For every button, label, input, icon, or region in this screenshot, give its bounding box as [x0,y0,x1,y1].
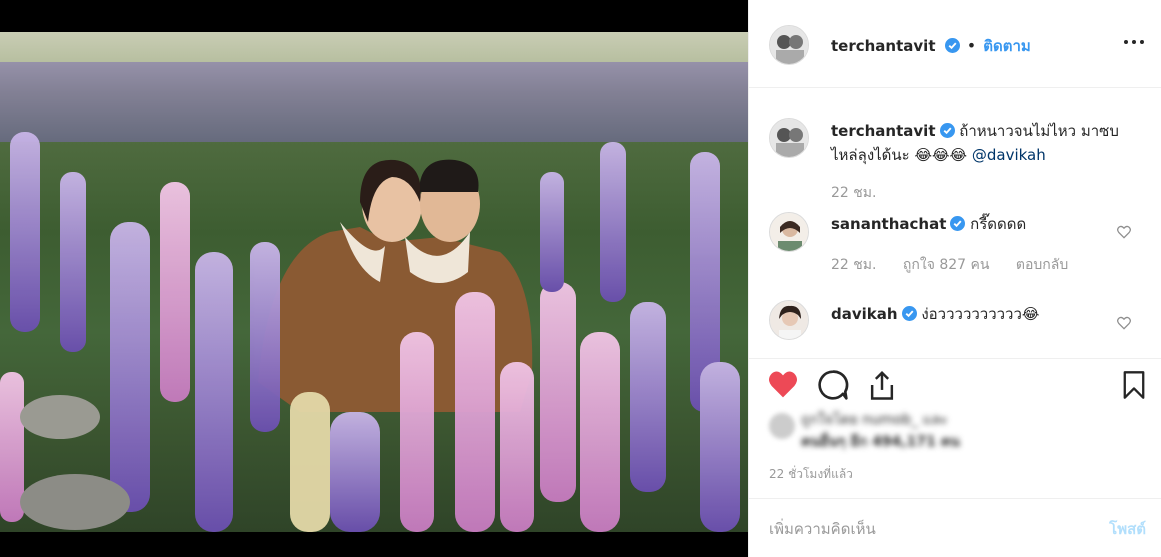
comment-2: davikah ง่อวววววววววว😂 [831,302,1039,326]
add-comment-bar: โพสต์ [749,498,1161,557]
more-options-icon[interactable] [1122,34,1146,50]
caption: terchantavit ถ้าหนาวจนไม่ไหว มาซบไหล่ลุง… [831,119,1131,167]
caption-avatar[interactable] [769,118,809,158]
author-username[interactable]: terchantavit [831,37,936,55]
likes-summary[interactable]: ถูกใจโดย numob_ และ คนอื่นๆ อีก 494,171 … [801,409,960,453]
comment-2-like-icon[interactable] [1116,316,1132,330]
avatar-image [770,301,808,339]
header-author-line: terchantavit • ติดตาม [831,34,1031,58]
comment-input[interactable] [767,515,1071,543]
comments-list: terchantavit ถ้าหนาวจนไม่ไหว มาซบไหล่ลุง… [749,88,1161,358]
verified-icon [939,123,955,138]
comment-1-time[interactable]: 22 ชม. [831,257,876,273]
bookmark-icon[interactable] [1121,370,1147,400]
verified-icon [901,306,917,321]
avatar-image [770,119,808,157]
post-photo[interactable] [0,32,748,532]
author-avatar[interactable] [769,25,809,65]
post-details-panel: terchantavit • ติดตาม terchantavit ถ้าหน… [748,0,1161,557]
caption-meta: 22 ชม. [831,182,898,204]
post-actions: ถูกใจโดย numob_ และ คนอื่นๆ อีก 494,171 … [749,358,1161,488]
caption-time[interactable]: 22 ชม. [831,185,876,201]
comment-2-username[interactable]: davikah [831,305,898,323]
comment-icon[interactable] [817,369,849,401]
comment-2-text: ง่อวววววววววว😂 [921,305,1040,323]
caption-mention[interactable]: @davikah [972,146,1046,164]
liker-avatar[interactable] [769,413,795,439]
verified-icon [950,216,966,231]
comment-1: sananthachat กรี๊ดดดด [831,212,1026,236]
caption-username[interactable]: terchantavit [831,122,936,140]
photo-illustration [0,62,748,532]
post-header: terchantavit • ติดตาม [749,0,1161,88]
comment-1-username[interactable]: sananthachat [831,215,946,233]
follow-button[interactable]: ติดตาม [983,37,1031,55]
avatar-image [770,26,808,64]
photo-area [0,0,748,557]
separator-dot: • [966,36,977,55]
heart-icon[interactable] [767,369,799,399]
verified-icon [944,38,960,53]
comment-1-reply[interactable]: ตอบกลับ [1016,257,1068,273]
likes-line-2: คนอื่นๆ อีก 494,171 คน [801,434,960,450]
comment-1-meta: 22 ชม. ถูกใจ 827 คน ตอบกลับ [831,254,1090,276]
comment-1-like-icon[interactable] [1116,225,1132,239]
avatar-image [770,213,808,251]
comment-1-text: กรี๊ดดดด [970,215,1027,233]
share-icon[interactable] [867,369,897,401]
comment-1-likes[interactable]: ถูกใจ 827 คน [903,257,990,273]
post-comment-button[interactable]: โพสต์ [1109,517,1146,541]
commenter-avatar[interactable] [769,212,809,252]
post-time-ago[interactable]: 22 ชั่วโมงที่แล้ว [769,465,853,484]
likes-line-1: ถูกใจโดย numob_ และ [801,412,948,428]
commenter-avatar[interactable] [769,300,809,340]
